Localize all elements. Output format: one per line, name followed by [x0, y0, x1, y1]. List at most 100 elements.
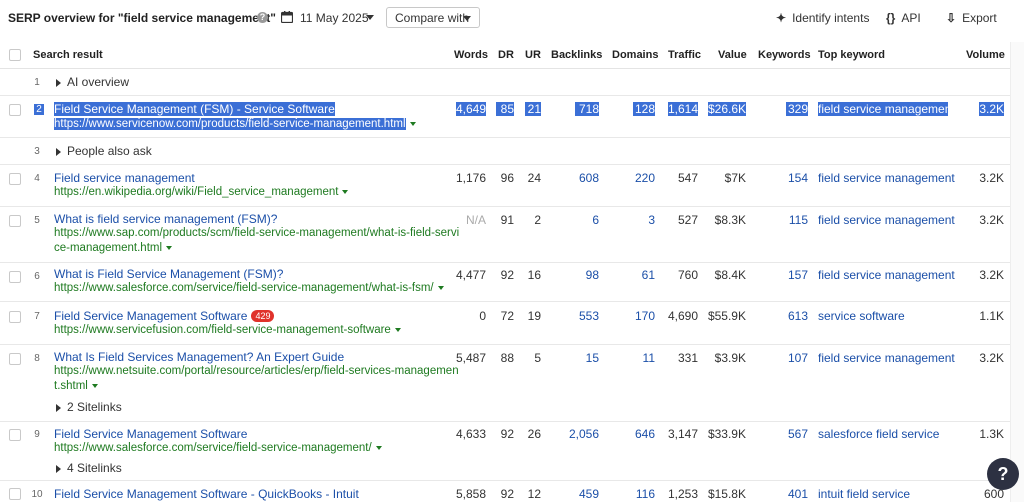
- result-title-link[interactable]: Field Service Management Software - Quic…: [54, 487, 359, 501]
- row-checkbox[interactable]: [9, 173, 21, 185]
- cell-top-keyword[interactable]: field service management: [818, 213, 955, 227]
- cell-backlinks[interactable]: 608: [575, 171, 599, 185]
- result-url-link[interactable]: https://www.salesforce.com/service/field…: [54, 281, 444, 296]
- cell-keywords[interactable]: 613: [786, 309, 808, 323]
- result-url-link[interactable]: https://www.salesforce.com/service/field…: [54, 441, 382, 456]
- cell-domains[interactable]: 61: [633, 268, 655, 282]
- chevron-down-icon[interactable]: [91, 383, 98, 388]
- col-volume[interactable]: Volume: [966, 49, 1005, 61]
- cell-top-keyword[interactable]: field service management: [818, 268, 955, 282]
- result-title-text: Field Service Management Software: [54, 309, 248, 323]
- cell-domains[interactable]: 116: [633, 487, 655, 501]
- cell-dr: 92: [500, 427, 514, 441]
- col-domains[interactable]: Domains: [612, 49, 658, 61]
- cell-domains[interactable]: 3: [633, 213, 655, 227]
- cell-top-keyword[interactable]: field service management: [818, 102, 955, 116]
- cell-backlinks[interactable]: 6: [575, 213, 599, 227]
- cell-keywords[interactable]: 115: [786, 213, 808, 227]
- result-url-text: https://www.netsuite.com/portal/resource…: [54, 365, 459, 377]
- result-url-link[interactable]: https://www.servicefusion.com/field-serv…: [54, 323, 401, 338]
- scrollbar[interactable]: [1010, 42, 1024, 502]
- row-checkbox[interactable]: [9, 311, 21, 323]
- chevron-down-icon[interactable]: [166, 245, 173, 250]
- row-checkbox[interactable]: [9, 488, 21, 500]
- cell-words: 5,487: [456, 351, 487, 365]
- cell-backlinks[interactable]: 15: [575, 351, 599, 365]
- compare-with-button[interactable]: Compare with: [386, 7, 480, 28]
- result-title-link[interactable]: What Is Field Services Management? An Ex…: [54, 350, 344, 364]
- cell-top-keyword[interactable]: intuit field service: [818, 487, 910, 501]
- question-icon[interactable]: ?: [987, 458, 1019, 490]
- cell-keywords[interactable]: 401: [786, 487, 808, 501]
- result-title-link[interactable]: Field service management: [54, 171, 195, 185]
- select-all-checkbox[interactable]: [9, 49, 21, 61]
- cell-top-keyword[interactable]: salesforce field service: [818, 427, 939, 441]
- sitelinks-toggle[interactable]: 4 Sitelinks: [56, 461, 122, 475]
- result-url-link[interactable]: https://www.sap.com/products/scm/field-s…: [54, 226, 459, 256]
- export-button[interactable]: ⇩ Export: [946, 11, 997, 25]
- chevron-down-icon[interactable]: [437, 285, 444, 290]
- cell-domains[interactable]: 128: [633, 102, 655, 116]
- cell-backlinks[interactable]: 553: [575, 309, 599, 323]
- help-icon[interactable]: ?: [257, 12, 268, 23]
- cell-domains[interactable]: 646: [633, 427, 655, 441]
- chevron-down-icon[interactable]: [394, 327, 401, 332]
- chevron-down-icon[interactable]: [366, 15, 374, 20]
- cell-ur: 2: [534, 213, 541, 227]
- cell-domains[interactable]: 220: [633, 171, 655, 185]
- sitelinks-toggle[interactable]: 2 Sitelinks: [56, 400, 122, 414]
- result-url-text: https://www.salesforce.com/service/field…: [54, 442, 372, 454]
- chevron-down-icon[interactable]: [342, 189, 349, 194]
- cell-domains[interactable]: 170: [633, 309, 655, 323]
- cell-top-keyword[interactable]: service software: [818, 309, 905, 323]
- col-value[interactable]: Value: [718, 49, 747, 61]
- result-title-link[interactable]: What is field service management (FSM)?: [54, 212, 277, 226]
- cell-domains[interactable]: 11: [633, 351, 655, 365]
- col-words[interactable]: Words: [454, 49, 488, 61]
- col-ur[interactable]: UR: [525, 49, 541, 61]
- table-row: 3 People also ask: [0, 138, 1010, 165]
- chevron-down-icon[interactable]: [375, 445, 382, 450]
- chevron-down-icon[interactable]: [409, 121, 416, 126]
- cell-backlinks[interactable]: 2,056: [565, 427, 599, 441]
- date-picker[interactable]: 11 May 2025: [300, 11, 369, 25]
- result-url-link[interactable]: https://www.netsuite.com/portal/resource…: [54, 364, 459, 394]
- cell-keywords[interactable]: 157: [786, 268, 808, 282]
- col-backlinks[interactable]: Backlinks: [551, 49, 602, 61]
- cell-backlinks[interactable]: 459: [575, 487, 599, 501]
- cell-keywords[interactable]: 567: [786, 427, 808, 441]
- result-title-link[interactable]: Field Service Management Software: [54, 427, 247, 441]
- result-title-link[interactable]: Field Service Management Software 429: [54, 309, 275, 323]
- row-checkbox[interactable]: [9, 104, 21, 116]
- row-checkbox[interactable]: [9, 353, 21, 365]
- col-keywords[interactable]: Keywords: [758, 49, 811, 61]
- cell-backlinks[interactable]: 718: [575, 102, 599, 116]
- people-also-ask-toggle[interactable]: People also ask: [56, 144, 152, 158]
- col-top-keyword[interactable]: Top keyword: [818, 49, 885, 61]
- cell-top-keyword[interactable]: field service management: [818, 351, 955, 365]
- row-checkbox[interactable]: [9, 215, 21, 227]
- cell-keywords[interactable]: 329: [786, 102, 808, 116]
- col-traffic[interactable]: Traffic: [668, 49, 701, 61]
- cell-keywords[interactable]: 154: [786, 171, 808, 185]
- identify-intents-button[interactable]: ✦ Identify intents: [776, 11, 869, 25]
- result-url-link[interactable]: https://en.wikipedia.org/wiki/Field_serv…: [54, 185, 349, 200]
- cell-value: $33.9K: [707, 427, 746, 441]
- caret-right-icon: [56, 78, 61, 87]
- result-title-link[interactable]: What is Field Service Management (FSM)?: [54, 267, 283, 281]
- result-title-link[interactable]: Field Service Management (FSM) - Service…: [54, 102, 335, 116]
- row-checkbox[interactable]: [9, 429, 21, 441]
- row-checkbox[interactable]: [9, 271, 21, 283]
- cell-backlinks[interactable]: 98: [575, 268, 599, 282]
- cell-keywords[interactable]: 107: [786, 351, 808, 365]
- cell-words: 4,477: [456, 268, 487, 282]
- calendar-icon[interactable]: [281, 11, 293, 23]
- api-button[interactable]: {} API: [886, 11, 921, 25]
- result-url-link[interactable]: https://www.servicenow.com/products/fiel…: [54, 117, 416, 132]
- cell-traffic: 527: [677, 213, 698, 227]
- col-dr[interactable]: DR: [498, 49, 514, 61]
- cell-volume: 3.2K: [979, 171, 1004, 185]
- col-search-result[interactable]: Search result: [33, 49, 103, 61]
- cell-top-keyword[interactable]: field service management: [818, 171, 955, 185]
- ai-overview-toggle[interactable]: AI overview: [56, 75, 129, 89]
